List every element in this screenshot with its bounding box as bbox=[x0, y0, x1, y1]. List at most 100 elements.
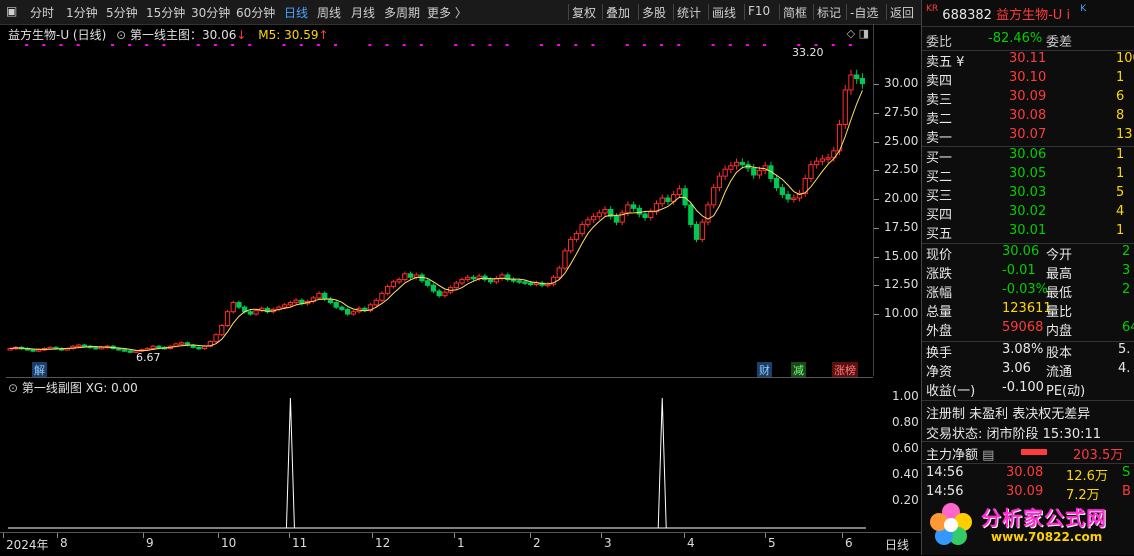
candle-body bbox=[568, 238, 574, 252]
candle-body bbox=[596, 212, 602, 217]
period-tab-8[interactable]: 月线 bbox=[351, 4, 375, 21]
badge-zhangbang[interactable]: 涨榜 bbox=[832, 362, 858, 378]
candle-body bbox=[430, 284, 437, 292]
candle-body bbox=[201, 345, 208, 350]
candle-body bbox=[625, 204, 631, 214]
level-label: 买五 bbox=[926, 227, 953, 242]
marker-dot bbox=[419, 44, 423, 46]
candle-body bbox=[93, 346, 99, 350]
level-volume: 4 bbox=[1116, 204, 1125, 219]
main-y-tick: 27.50 bbox=[884, 104, 919, 119]
toolbar-action-1[interactable]: 叠加 bbox=[606, 4, 630, 21]
candle-body bbox=[465, 276, 471, 281]
toolbar-action-7[interactable]: 标记 bbox=[817, 4, 841, 21]
sub-chart[interactable]: ⊙ 第一线副图 XG: 0.00 bbox=[6, 377, 873, 533]
toolbar-action-3[interactable]: 统计 bbox=[677, 4, 701, 21]
stat-label: 今开 bbox=[1046, 248, 1073, 263]
stat-value: 123611 bbox=[1002, 301, 1052, 316]
stock-code: 688382 bbox=[942, 8, 992, 23]
candle-body bbox=[814, 160, 820, 166]
sell-level-2[interactable]: 卖三 30.09 6 bbox=[926, 89, 1132, 108]
stat-row: 涨跌 -0.01 最高 3 bbox=[926, 263, 1132, 282]
period-tab-2[interactable]: 5分钟 bbox=[106, 4, 138, 21]
x-axis-tick bbox=[289, 533, 290, 538]
divider bbox=[922, 463, 1134, 464]
stat-row: 涨幅 -0.03% 最低 2 bbox=[926, 282, 1132, 301]
badge-jie[interactable]: 解 bbox=[32, 362, 47, 378]
period-tab-9[interactable]: 多周期 bbox=[384, 4, 420, 21]
menu-toggle-icon[interactable]: ▣ bbox=[6, 4, 17, 18]
toolbar-action-2[interactable]: 多股 bbox=[642, 4, 666, 21]
k-icon[interactable]: K bbox=[1080, 4, 1086, 14]
buy-level-2[interactable]: 买三 30.03 5 bbox=[926, 185, 1132, 204]
flower-logo-icon bbox=[930, 503, 972, 545]
marker-dot bbox=[557, 44, 561, 46]
x-axis-label: 1 bbox=[457, 536, 465, 550]
main-y-tick-mark bbox=[874, 256, 879, 258]
sub-y-tick: 0.40 bbox=[892, 467, 919, 481]
candle-body bbox=[247, 311, 254, 315]
main-y-axis: 30.00 27.50 25.00 22.50 20.00 17.50 15.00 12.50… bbox=[874, 24, 921, 376]
main-chart[interactable]: 益方生物-U (日线) ⊙ 第一线主图：30.06↓ M5: 30.59↑ ◇ … bbox=[6, 24, 874, 378]
x-axis-period[interactable]: 日线 bbox=[885, 536, 909, 553]
candle-body bbox=[590, 215, 597, 221]
candle-body bbox=[636, 207, 642, 215]
kr-icon: KR bbox=[926, 4, 939, 14]
marker-dot bbox=[162, 44, 166, 46]
candle-body bbox=[282, 304, 288, 308]
candle-body bbox=[425, 280, 431, 286]
badge-cai[interactable]: 财 bbox=[757, 362, 772, 378]
candle-body bbox=[842, 89, 848, 125]
candle-body bbox=[728, 165, 734, 170]
period-tab-4[interactable]: 30分钟 bbox=[191, 4, 230, 21]
candle-body bbox=[407, 273, 414, 278]
buy-level-1[interactable]: 买二 30.05 1 bbox=[926, 166, 1132, 185]
period-tab-10[interactable]: 更多 〉 bbox=[427, 4, 467, 21]
level-label: 卖三 bbox=[926, 93, 953, 108]
period-tab-0[interactable]: 分时 bbox=[30, 4, 54, 21]
sell-level-1[interactable]: 卖四 30.10 1 bbox=[926, 70, 1132, 89]
buy-level-3[interactable]: 买四 30.02 4 bbox=[926, 204, 1132, 223]
weibi-value: -82.46% bbox=[988, 31, 1043, 46]
candle-body bbox=[642, 213, 648, 219]
level-price: 30.06 bbox=[1009, 147, 1047, 162]
candle-body bbox=[179, 342, 185, 345]
marker-dot bbox=[745, 44, 749, 46]
marker-dot bbox=[591, 44, 595, 46]
candle-body bbox=[150, 345, 156, 350]
stat-value: 3.08% bbox=[1002, 342, 1044, 357]
high-label: 33.20 bbox=[792, 46, 824, 59]
stat-label: 最高 bbox=[1046, 267, 1073, 282]
period-tab-6[interactable]: 日线 bbox=[284, 4, 308, 21]
stat-value: 3 bbox=[1122, 263, 1131, 278]
candle-body bbox=[522, 281, 528, 284]
sell-level-0[interactable]: 卖五 ¥ 30.11 100 bbox=[926, 51, 1134, 70]
stat-row: 换手 3.08% 股本 5. bbox=[926, 342, 1132, 361]
candle-body bbox=[676, 188, 683, 196]
buy-level-0[interactable]: 买一 30.06 1 bbox=[926, 147, 1132, 166]
sell-level-4[interactable]: 卖一 30.07 13 bbox=[926, 127, 1133, 146]
badge-jian[interactable]: 减 bbox=[791, 362, 806, 378]
x-axis-tick bbox=[3, 533, 4, 538]
toolbar-action-9[interactable]: 返回 bbox=[890, 4, 914, 21]
toolbar-action-5[interactable]: F10 bbox=[748, 4, 770, 18]
marker-dot bbox=[711, 44, 715, 46]
netflow-row[interactable]: 主力净额 ▤ 203.5万 bbox=[926, 444, 1132, 463]
marker-dot bbox=[42, 44, 46, 46]
main-y-tick: 10.00 bbox=[884, 306, 919, 321]
sell-level-3[interactable]: 卖二 30.08 8 bbox=[926, 108, 1132, 127]
period-tab-7[interactable]: 周线 bbox=[317, 4, 341, 21]
toolbar-action-0[interactable]: 复权 bbox=[572, 4, 596, 21]
period-tab-3[interactable]: 15分钟 bbox=[146, 4, 185, 21]
toolbar-separator bbox=[846, 4, 847, 20]
toolbar-action-6[interactable]: 简框 bbox=[783, 4, 807, 21]
info-icon[interactable]: i bbox=[1066, 8, 1070, 23]
toolbar-action-4[interactable]: 画线 bbox=[712, 4, 736, 21]
buy-level-4[interactable]: 买五 30.01 1 bbox=[926, 223, 1132, 242]
period-tab-5[interactable]: 60分钟 bbox=[236, 4, 275, 21]
period-tab-1[interactable]: 1分钟 bbox=[66, 4, 98, 21]
candle-body bbox=[36, 349, 42, 352]
toolbar-action-8[interactable]: -自选 bbox=[850, 4, 878, 21]
main-y-tick-mark bbox=[874, 227, 879, 229]
weibi-label: 委比 bbox=[926, 35, 953, 50]
